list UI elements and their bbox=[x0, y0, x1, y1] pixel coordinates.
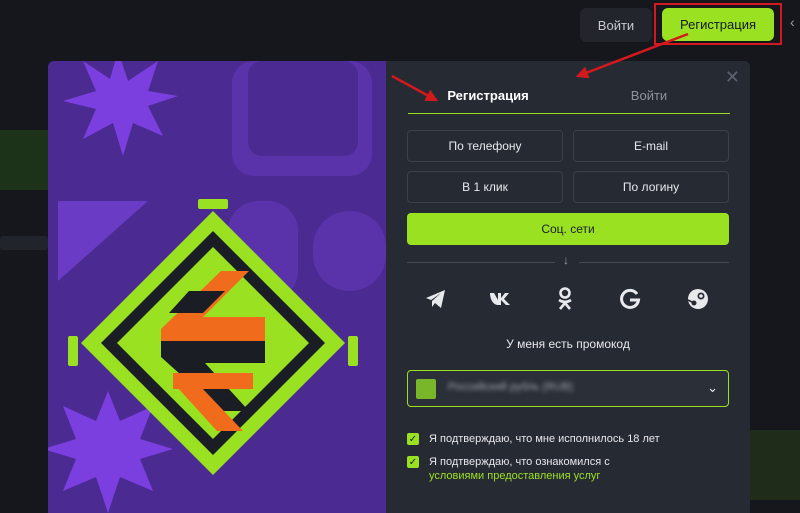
currency-select[interactable]: Российский рубль (RUB) ⌄ bbox=[407, 370, 729, 407]
auth-tabs: Регистрация Войти bbox=[408, 77, 730, 114]
currency-value: Российский рубль (RUB) bbox=[448, 381, 574, 393]
terms-link[interactable]: условиями предоставления услуг bbox=[429, 470, 600, 482]
header-register-button[interactable]: Регистрация bbox=[662, 8, 774, 41]
method-social-button[interactable]: Соц. сети bbox=[407, 213, 729, 245]
age-confirm-label: Я подтверждаю, что мне исполнилось 18 ле… bbox=[429, 433, 660, 445]
divider-line bbox=[407, 262, 555, 263]
background-banner bbox=[750, 430, 800, 500]
arrow-down-icon: ↓ bbox=[563, 253, 569, 267]
method-login-button[interactable]: По логину bbox=[573, 171, 729, 203]
age-confirm-checkbox[interactable]: ✓ bbox=[407, 433, 419, 445]
currency-flag-icon bbox=[416, 379, 436, 399]
logo-artwork-svg bbox=[48, 61, 386, 513]
odnoklassniki-icon[interactable] bbox=[553, 287, 577, 311]
art-shape bbox=[313, 211, 386, 291]
header-more-icon[interactable]: ‹ bbox=[790, 14, 795, 30]
art-shape bbox=[248, 61, 358, 156]
header-login-button[interactable]: Войти bbox=[580, 8, 652, 42]
terms-confirm-checkbox[interactable]: ✓ bbox=[407, 456, 419, 468]
promo-artwork bbox=[48, 61, 386, 513]
telegram-icon[interactable] bbox=[424, 287, 448, 311]
background-element bbox=[0, 236, 48, 250]
star-shape bbox=[63, 61, 178, 156]
registration-modal: ✕ Регистрация Войти По телефону E-mail В… bbox=[48, 61, 750, 513]
chevron-down-icon: ⌄ bbox=[707, 380, 718, 395]
google-icon[interactable] bbox=[618, 287, 642, 311]
art-shape bbox=[58, 201, 148, 281]
method-one-click-button[interactable]: В 1 клик bbox=[407, 171, 563, 203]
divider-line bbox=[579, 262, 729, 263]
vk-icon[interactable] bbox=[488, 287, 512, 311]
promo-code-toggle[interactable]: У меня есть промокод bbox=[386, 337, 750, 351]
tab-registration[interactable]: Регистрация bbox=[408, 77, 568, 113]
method-email-button[interactable]: E-mail bbox=[573, 130, 729, 162]
registration-panel: ✕ Регистрация Войти По телефону E-mail В… bbox=[386, 61, 750, 513]
background-banner bbox=[0, 130, 48, 190]
steam-icon[interactable] bbox=[686, 287, 710, 311]
tab-login[interactable]: Войти bbox=[568, 77, 730, 113]
terms-confirm-label: Я подтверждаю, что ознакомился с bbox=[429, 456, 610, 468]
method-phone-button[interactable]: По телефону bbox=[407, 130, 563, 162]
